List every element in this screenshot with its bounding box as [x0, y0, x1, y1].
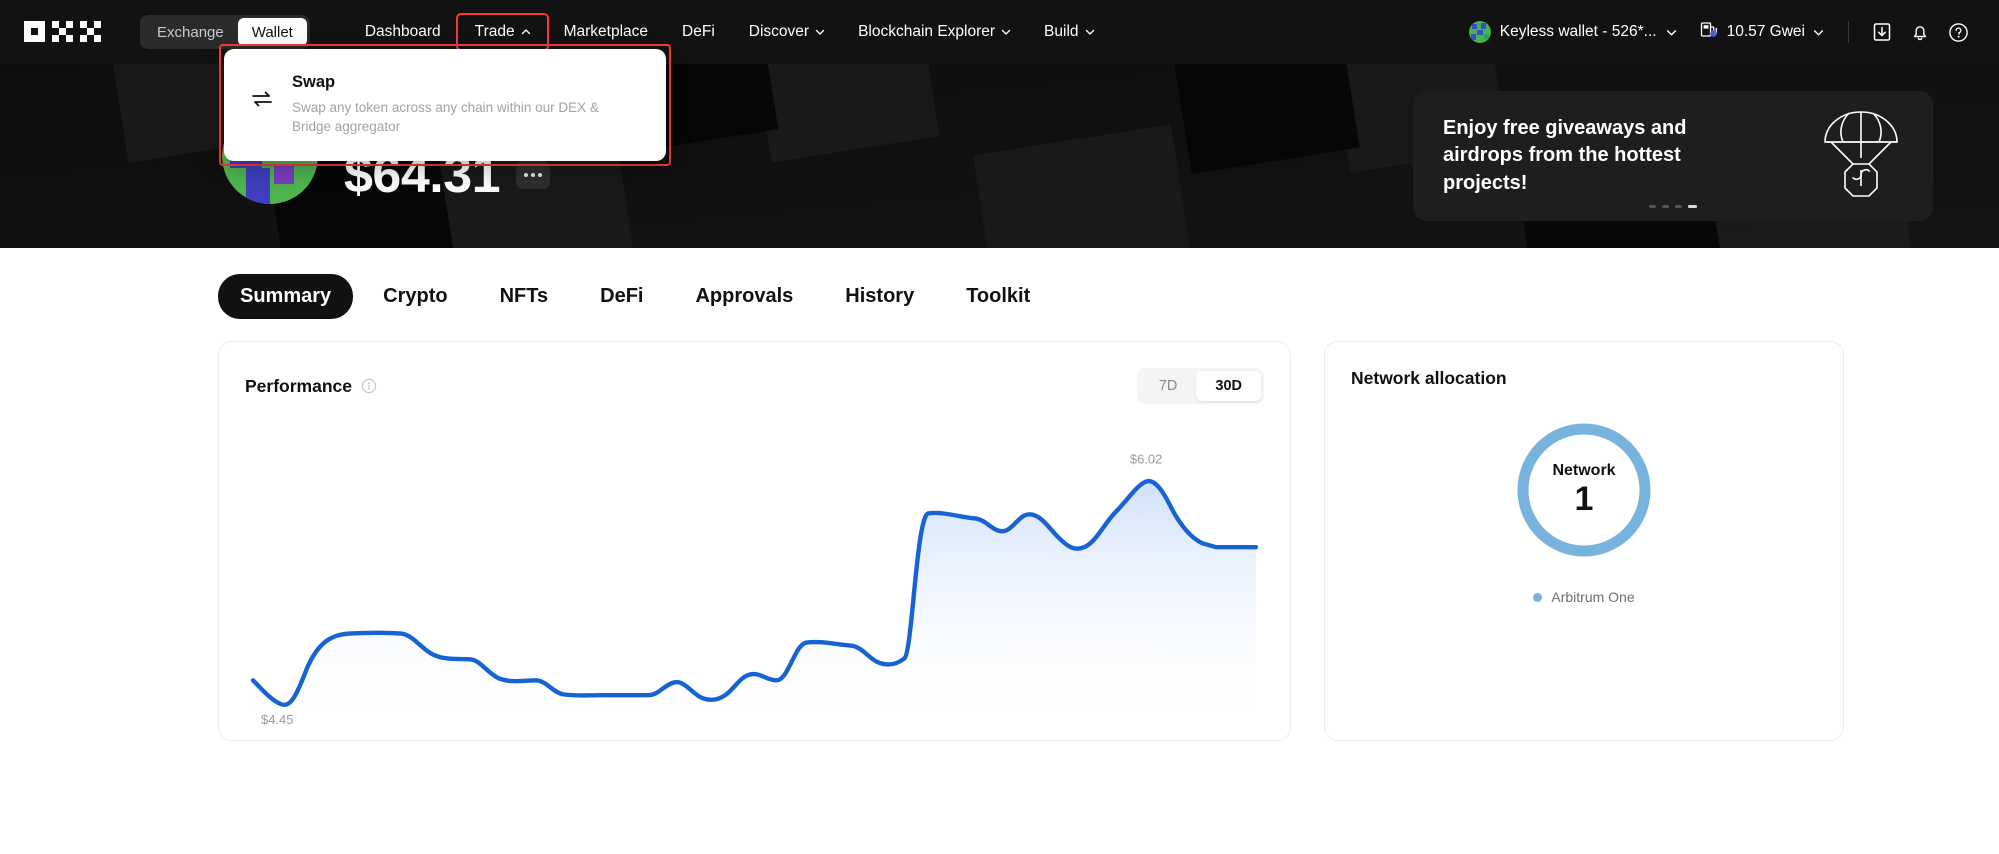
nav-item-discover[interactable]: Discover — [732, 15, 841, 49]
legend-color-swatch — [1533, 592, 1543, 602]
carousel-dot-active[interactable] — [1688, 205, 1697, 208]
nav-label: Blockchain Explorer — [858, 23, 996, 40]
dashboard-content: Performance 7D 30D $6.02 $4.45 Network a… — [0, 341, 1999, 741]
nav-right-cluster: Keyless wallet - 526*... 10.57 Gwei — [1459, 15, 1975, 49]
donut-center-text: Network 1 — [1511, 417, 1657, 563]
download-icon[interactable] — [1865, 15, 1899, 49]
carousel-dot[interactable] — [1649, 205, 1656, 208]
chevron-down-icon — [1666, 27, 1676, 36]
performance-chart[interactable]: $6.02 $4.45 — [245, 420, 1264, 728]
gas-price-label: 10.57 Gwei — [1726, 23, 1805, 40]
gas-price-selector[interactable]: 10.57 Gwei — [1685, 20, 1836, 45]
wallet-tabs: Summary Crypto NFTs DeFi Approvals Histo… — [0, 248, 1999, 341]
chevron-down-icon — [1001, 27, 1011, 36]
nav-item-build[interactable]: Build — [1027, 15, 1110, 49]
wallet-label: Keyless wallet - 526*... — [1499, 23, 1657, 40]
nav-item-defi[interactable]: DeFi — [665, 15, 732, 49]
chevron-down-icon — [815, 27, 825, 36]
tab-nfts[interactable]: NFTs — [478, 274, 571, 319]
carousel-dot[interactable] — [1675, 205, 1682, 208]
nav-label: Discover — [748, 23, 810, 40]
info-icon[interactable] — [361, 378, 377, 394]
chart-area-fill — [252, 481, 1257, 728]
segment-wallet[interactable]: Wallet — [237, 18, 307, 46]
tab-defi[interactable]: DeFi — [578, 274, 665, 319]
network-legend-item[interactable]: Arbitrum One — [1533, 589, 1635, 605]
nav-label: Trade — [474, 23, 515, 40]
nav-label: Dashboard — [364, 23, 441, 40]
trade-dropdown-highlight: Swap Swap any token across any chain wit… — [219, 44, 671, 166]
promo-banner[interactable]: Enjoy free giveaways and airdrops from t… — [1413, 91, 1933, 221]
nav-label: Build — [1044, 23, 1079, 40]
donut-chart[interactable]: Network 1 — [1511, 417, 1657, 563]
wallet-selector[interactable]: Keyless wallet - 526*... — [1459, 21, 1685, 43]
performance-title: Performance — [245, 375, 352, 396]
chevron-down-icon — [1813, 27, 1824, 36]
range-toggle[interactable]: 7D 30D — [1136, 368, 1264, 404]
legend-label: Arbitrum One — [1551, 589, 1635, 605]
parachute-airdrop-icon — [1819, 106, 1903, 207]
tab-approvals[interactable]: Approvals — [673, 274, 815, 319]
chart-max-label: $6.02 — [1130, 452, 1162, 467]
tab-history[interactable]: History — [823, 274, 936, 319]
network-allocation-card: Network allocation Network 1 Arbitrum On… — [1324, 341, 1844, 741]
bell-icon[interactable] — [1903, 15, 1937, 49]
tab-crypto[interactable]: Crypto — [361, 274, 469, 319]
network-card-header: Network allocation — [1351, 368, 1817, 389]
tab-toolkit[interactable]: Toolkit — [944, 274, 1052, 319]
chevron-up-icon — [521, 27, 530, 36]
gas-station-icon — [1699, 20, 1719, 45]
performance-card: Performance 7D 30D $6.02 $4.45 — [218, 341, 1291, 741]
nav-item-blockchain-explorer[interactable]: Blockchain Explorer — [841, 15, 1027, 49]
chevron-down-icon — [1085, 27, 1094, 36]
nav-label: Marketplace — [563, 23, 649, 40]
dropdown-item-title: Swap — [292, 73, 336, 91]
divider — [1848, 21, 1849, 43]
wallet-avatar-icon — [1468, 21, 1491, 43]
range-7d[interactable]: 7D — [1140, 371, 1197, 401]
carousel-dot[interactable] — [1662, 205, 1669, 208]
dropdown-item-swap[interactable]: Swap Swap any token across any chain wit… — [292, 73, 637, 137]
carousel-dots[interactable] — [1413, 205, 1933, 208]
trade-dropdown-menu[interactable]: Swap Swap any token across any chain wit… — [224, 49, 666, 161]
okx-wallet-dashboard: Exchange Wallet Dashboard Trade Marketpl… — [0, 0, 1999, 854]
help-circle-icon[interactable] — [1941, 15, 1975, 49]
chart-min-label: $4.45 — [261, 712, 293, 727]
nav-label: DeFi — [682, 23, 715, 40]
segment-exchange[interactable]: Exchange — [143, 18, 238, 46]
donut-value: 1 — [1574, 480, 1594, 519]
okx-logo[interactable] — [24, 21, 110, 43]
donut-label: Network — [1552, 462, 1616, 480]
promo-text: Enjoy free giveaways and airdrops from t… — [1443, 117, 1687, 194]
range-30d[interactable]: 30D — [1196, 371, 1261, 401]
dropdown-item-description: Swap any token across any chain within o… — [292, 99, 599, 135]
network-title: Network allocation — [1351, 368, 1507, 388]
performance-card-header: Performance 7D 30D — [245, 368, 1264, 404]
network-donut: Network 1 Arbitrum One — [1351, 417, 1817, 605]
tab-summary[interactable]: Summary — [218, 274, 354, 319]
swap-arrows-icon — [250, 87, 274, 111]
